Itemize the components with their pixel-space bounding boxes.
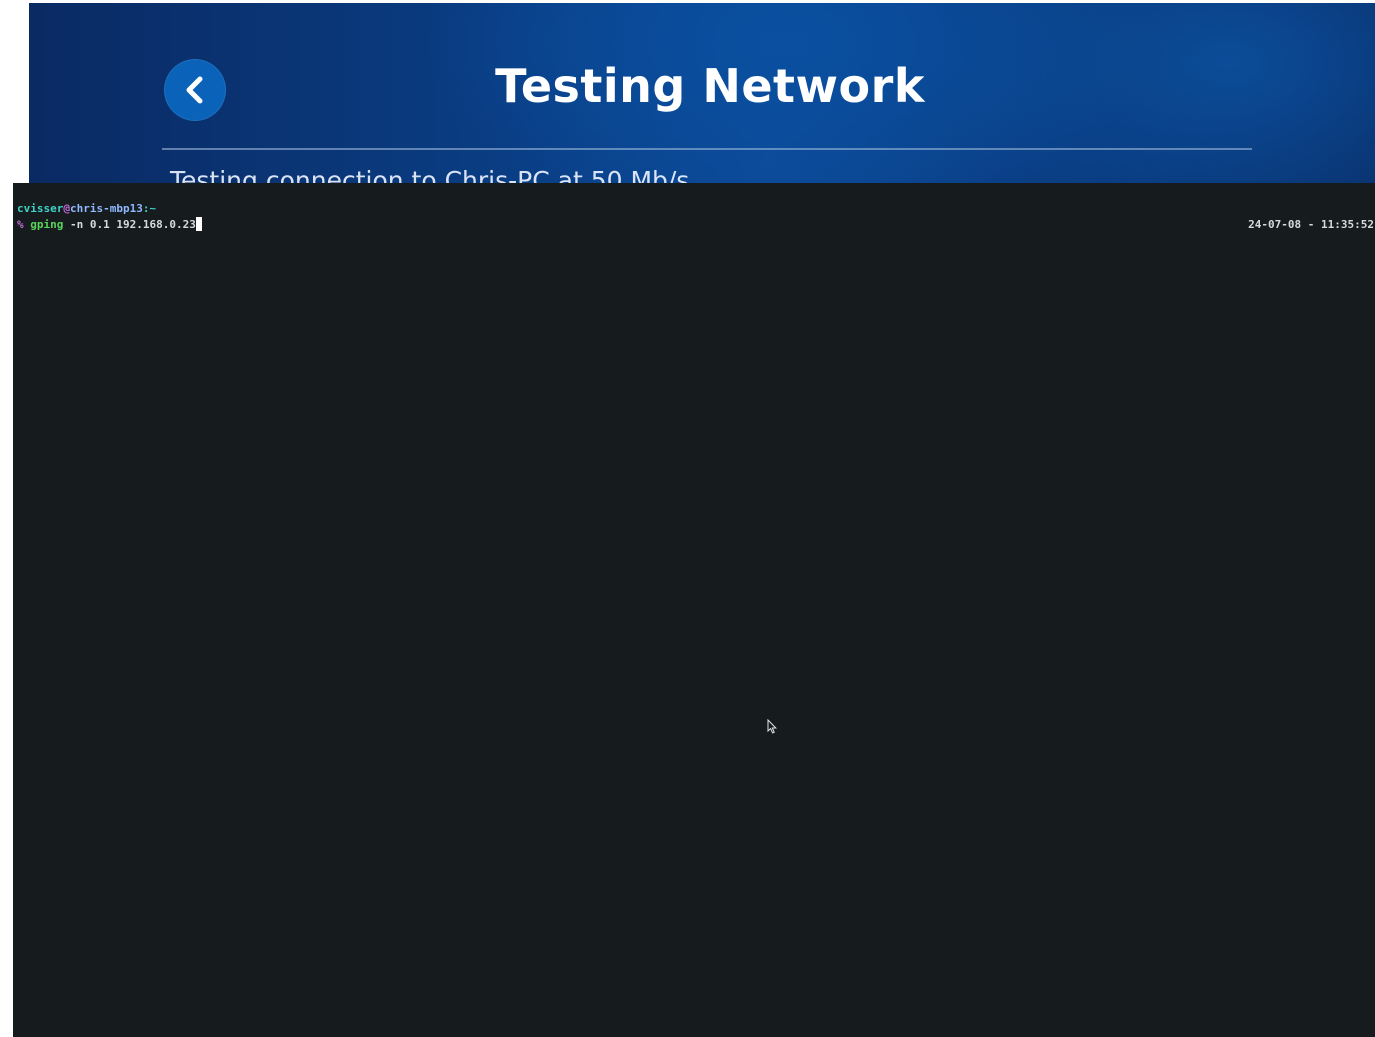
network-test-window: Testing Network Testing connection to Ch…	[29, 3, 1375, 183]
title-divider	[162, 148, 1252, 150]
right-prompt-timestamp: 24-07-08 - 11:35:52	[1248, 218, 1374, 231]
mouse-pointer-icon	[767, 719, 777, 734]
prompt-user: cvisser	[17, 202, 64, 215]
page-title: Testing Network	[495, 59, 925, 113]
command-input-line[interactable]: % gping -n 0.1 192.168.0.23	[17, 217, 202, 233]
text-cursor	[195, 217, 202, 231]
prompt-path: :~	[142, 202, 157, 215]
prompt-host: chris-mbp13	[69, 202, 143, 215]
terminal-window[interactable]: cvisser@chris-mbp13:~ % gping -n 0.1 192…	[13, 183, 1375, 1037]
command-arguments: -n 0.1 192.168.0.23	[63, 218, 196, 231]
prompt-header-line: cvisser@chris-mbp13:~	[17, 201, 156, 217]
connection-status-text: Testing connection to Chris-PC at 50 Mb/…	[170, 166, 690, 183]
prompt-symbol: %	[17, 218, 24, 231]
prompt-at-sign: @	[63, 202, 70, 215]
command-program: gping	[30, 218, 64, 231]
